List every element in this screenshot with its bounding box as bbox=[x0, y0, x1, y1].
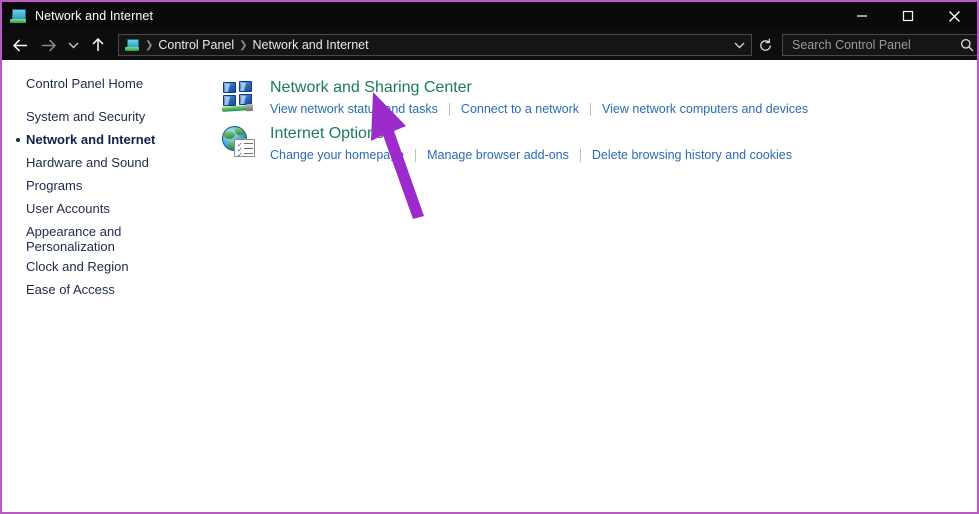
link-change-your-homepage[interactable]: Change your homepage bbox=[270, 148, 404, 162]
link-connect-to-a-network[interactable]: Connect to a network bbox=[461, 102, 579, 116]
forward-button[interactable] bbox=[34, 31, 62, 59]
content-area: Control Panel Home System and Security N… bbox=[2, 60, 977, 512]
link-divider bbox=[415, 148, 417, 162]
sidebar-item-system-and-security[interactable]: System and Security bbox=[2, 109, 145, 125]
category-links: View network status and tasks Connect to… bbox=[270, 102, 808, 116]
maximize-button[interactable] bbox=[885, 2, 931, 30]
internet-options-icon: ✓ ✓ ✓ bbox=[222, 126, 256, 160]
recent-locations-button[interactable] bbox=[62, 31, 84, 59]
minimize-button[interactable] bbox=[839, 2, 885, 30]
selected-bullet-icon bbox=[16, 138, 20, 142]
sidebar-item-label: Network and Internet bbox=[26, 132, 156, 147]
network-sharing-center-icon bbox=[221, 80, 256, 114]
window-controls bbox=[839, 2, 977, 30]
sidebar-item-control-panel-home[interactable]: Control Panel Home bbox=[2, 76, 143, 92]
sidebar-item-network-and-internet[interactable]: Network and Internet bbox=[2, 132, 155, 148]
sidebar-item-appearance-and-personalization[interactable]: Appearance and Personalization bbox=[2, 224, 176, 254]
link-divider bbox=[579, 148, 581, 162]
search-box[interactable] bbox=[782, 34, 977, 56]
category-list: Network and Sharing Center View network … bbox=[214, 60, 977, 512]
sidebar-item-clock-and-region[interactable]: Clock and Region bbox=[2, 259, 129, 275]
link-manage-browser-add-ons[interactable]: Manage browser add-ons bbox=[427, 148, 569, 162]
title-bar: Network and Internet bbox=[2, 2, 977, 30]
close-button[interactable] bbox=[931, 2, 977, 30]
control-panel-window: Network and Internet ❯ Control Panel ❯ N… bbox=[0, 0, 979, 514]
address-toolbar: ❯ Control Panel ❯ Network and Internet bbox=[2, 30, 977, 60]
link-delete-browsing-history-and-cookies[interactable]: Delete browsing history and cookies bbox=[592, 148, 792, 162]
link-divider bbox=[448, 102, 450, 116]
back-button[interactable] bbox=[6, 31, 34, 59]
category-heading[interactable]: Network and Sharing Center bbox=[270, 79, 472, 97]
sidebar-item-ease-of-access[interactable]: Ease of Access bbox=[2, 282, 115, 298]
category-heading[interactable]: Internet Options bbox=[270, 125, 384, 143]
category-links: Change your homepage Manage browser add-… bbox=[270, 148, 792, 162]
address-bar[interactable]: ❯ Control Panel ❯ Network and Internet bbox=[118, 34, 752, 56]
sidebar-item-hardware-and-sound[interactable]: Hardware and Sound bbox=[2, 155, 149, 171]
link-view-network-computers-and-devices[interactable]: View network computers and devices bbox=[602, 102, 808, 116]
breadcrumb-control-panel-icon bbox=[124, 37, 140, 53]
link-divider bbox=[590, 102, 592, 116]
chevron-down-icon[interactable] bbox=[734, 41, 745, 49]
refresh-button[interactable] bbox=[752, 32, 778, 58]
breadcrumb-separator-icon: ❯ bbox=[239, 39, 248, 51]
breadcrumb-separator-icon: ❯ bbox=[145, 39, 154, 51]
breadcrumb-item-control-panel[interactable]: Control Panel bbox=[158, 38, 234, 52]
link-view-network-status-and-tasks[interactable]: View network status and tasks bbox=[270, 102, 438, 116]
breadcrumb-item-network-and-internet[interactable]: Network and Internet bbox=[253, 38, 369, 52]
sidebar-item-programs[interactable]: Programs bbox=[2, 178, 82, 194]
up-button[interactable] bbox=[84, 31, 112, 59]
navigation-sidebar: Control Panel Home System and Security N… bbox=[2, 60, 214, 512]
search-icon[interactable] bbox=[960, 38, 974, 52]
control-panel-icon bbox=[9, 7, 27, 25]
search-input[interactable] bbox=[790, 37, 954, 53]
window-title: Network and Internet bbox=[35, 9, 154, 23]
sidebar-item-user-accounts[interactable]: User Accounts bbox=[2, 201, 110, 217]
